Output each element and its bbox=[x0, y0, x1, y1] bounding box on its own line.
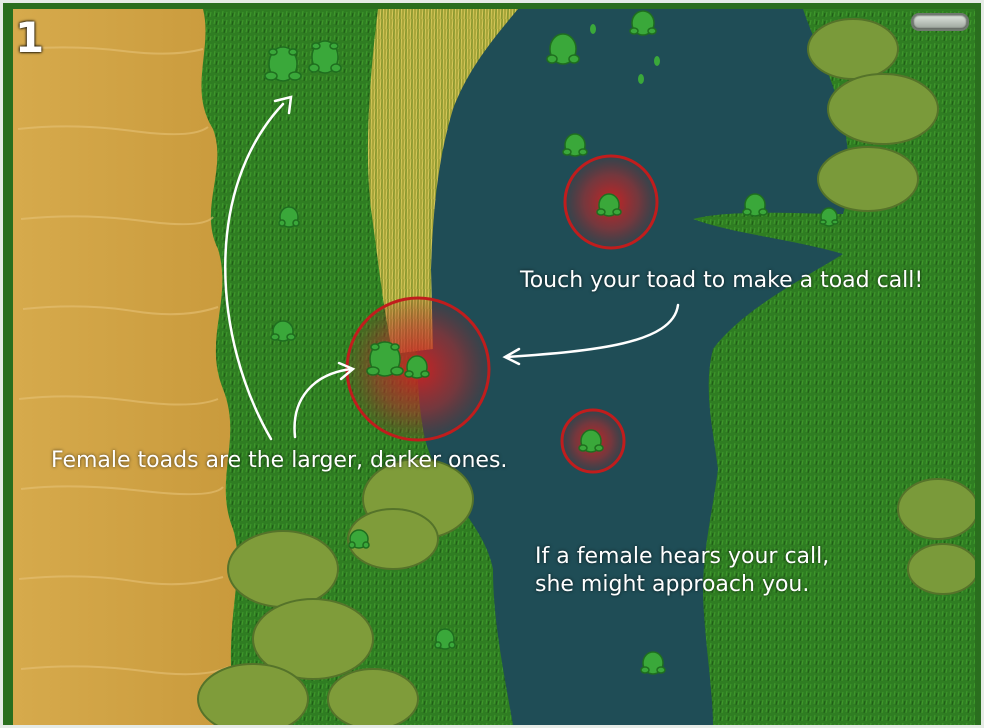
hint-female-larger: Female toads are the larger, darker ones… bbox=[51, 448, 508, 473]
hint-female-approach: If a female hears your call, she might a… bbox=[535, 544, 830, 597]
sand-strip bbox=[13, 9, 238, 725]
hint-touch-call: Touch your toad to make a toad call! bbox=[520, 268, 924, 293]
toad-icon[interactable] bbox=[348, 529, 370, 549]
pond-scene bbox=[13, 9, 975, 725]
toad-icon[interactable] bbox=[366, 341, 404, 377]
toad-icon[interactable] bbox=[819, 207, 839, 227]
game-frame: 1 Touch your toad to make a toad call! F… bbox=[0, 0, 984, 728]
toad-icon[interactable] bbox=[434, 628, 456, 650]
menu-button-icon[interactable] bbox=[911, 13, 969, 31]
toad-icon[interactable] bbox=[264, 46, 302, 82]
game-board[interactable]: 1 Touch your toad to make a toad call! F… bbox=[13, 9, 975, 725]
toad-icon[interactable] bbox=[278, 206, 300, 228]
toad-icon[interactable] bbox=[308, 40, 342, 74]
level-number: 1 bbox=[15, 13, 45, 62]
